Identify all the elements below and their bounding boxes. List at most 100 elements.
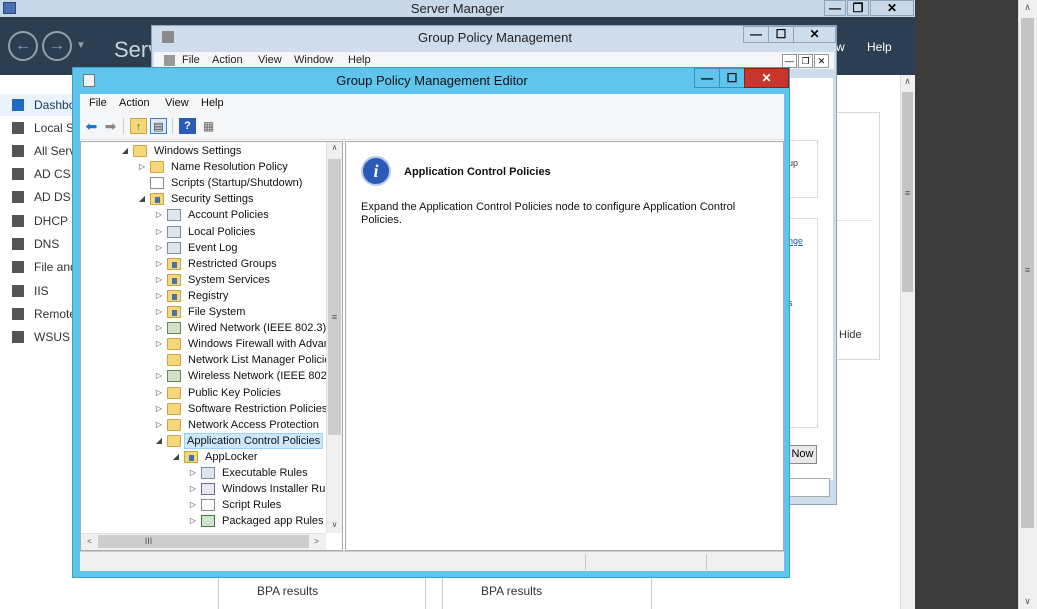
back-icon[interactable]: ← bbox=[8, 31, 38, 61]
gpme-menu-view[interactable]: View bbox=[165, 97, 189, 109]
scroll-down-icon[interactable]: ∨ bbox=[326, 520, 342, 529]
help-icon[interactable]: ? bbox=[179, 118, 196, 134]
gpm-menu-file[interactable]: File bbox=[182, 54, 200, 66]
expand-icon[interactable]: ▷ bbox=[153, 336, 165, 352]
sidebar-item-wsus[interactable]: WSUS bbox=[0, 326, 76, 348]
tree-item[interactable]: ◢ Application Control Policies bbox=[153, 432, 324, 449]
gpm-menu-window[interactable]: Window bbox=[294, 54, 333, 66]
tree-item[interactable]: ▷ Public Key Policies bbox=[153, 385, 285, 401]
forward-icon[interactable]: → bbox=[42, 31, 72, 61]
console-tree-icon[interactable]: ▦ bbox=[200, 118, 217, 134]
tree-vertical-scroll-thumb[interactable] bbox=[328, 159, 341, 435]
gpm-inner-restore-button[interactable]: ❐ bbox=[798, 54, 813, 68]
collapse-icon[interactable]: ◢ bbox=[153, 433, 165, 449]
expand-icon[interactable]: ▷ bbox=[153, 224, 165, 240]
tree-item[interactable]: ◢ Windows Settings bbox=[119, 143, 245, 159]
up-folder-icon[interactable]: ↑ bbox=[130, 118, 147, 134]
tree-item[interactable]: ▷ File System bbox=[153, 304, 249, 320]
sidebar-item-dhcp[interactable]: DHCP bbox=[0, 210, 76, 232]
expand-icon[interactable]: ▷ bbox=[153, 304, 165, 320]
gpme-maximize-button[interactable]: ☐ bbox=[719, 68, 745, 88]
collapse-icon[interactable]: ◢ bbox=[136, 191, 148, 207]
expand-icon[interactable]: ▷ bbox=[153, 320, 165, 336]
back-arrow-icon[interactable]: ⬅ bbox=[83, 118, 100, 134]
gpme-menu-help[interactable]: Help bbox=[201, 97, 224, 109]
collapse-icon[interactable]: ◢ bbox=[119, 143, 131, 159]
sidebar-item-ad-ds[interactable]: AD DS bbox=[0, 186, 76, 208]
sidebar-item-dashboard[interactable]: Dashbo bbox=[0, 94, 76, 116]
expand-icon[interactable]: ▷ bbox=[187, 465, 199, 481]
expand-icon[interactable]: ▷ bbox=[187, 513, 199, 529]
gpm-inner-close-button[interactable]: ✕ bbox=[814, 54, 829, 68]
gpm-maximize-button[interactable]: ☐ bbox=[768, 26, 794, 43]
show-hide-tree-icon[interactable]: ▤ bbox=[150, 118, 167, 134]
tree-item[interactable]: ▷ Packaged app Rules bbox=[187, 513, 328, 529]
scroll-up-icon[interactable]: ∧ bbox=[326, 143, 342, 152]
tree-item[interactable]: ▷ Executable Rules bbox=[187, 465, 312, 481]
tree-item[interactable]: ▷ Windows Installer Rul bbox=[187, 481, 332, 497]
scroll-down-icon[interactable]: ∨ bbox=[1019, 596, 1036, 607]
sidebar-item-remote[interactable]: Remote bbox=[0, 303, 76, 325]
expand-icon[interactable]: ▷ bbox=[153, 417, 165, 433]
expand-icon[interactable]: ▷ bbox=[136, 159, 148, 175]
scroll-up-icon[interactable]: ∧ bbox=[1019, 2, 1036, 13]
tree-item[interactable]: Network List Manager Policie bbox=[153, 352, 334, 368]
expand-icon[interactable]: ▷ bbox=[153, 401, 165, 417]
expand-icon[interactable]: ▷ bbox=[153, 368, 165, 384]
gpm-link-fragment[interactable]: nge bbox=[788, 236, 803, 246]
gpm-minimize-button[interactable]: — bbox=[743, 26, 769, 43]
sidebar-item-all-servers[interactable]: All Serv bbox=[0, 140, 76, 162]
hide-link[interactable]: Hide bbox=[839, 329, 862, 341]
gpm-inner-minimize-button[interactable]: — bbox=[782, 54, 797, 68]
server-manager-restore-button[interactable]: ❐ bbox=[847, 0, 869, 16]
tree-horizontal-scroll-thumb[interactable] bbox=[98, 535, 309, 548]
sidebar-item-local-server[interactable]: Local S bbox=[0, 117, 76, 139]
tree-item[interactable]: Scripts (Startup/Shutdown) bbox=[136, 175, 306, 191]
expand-icon[interactable]: ▷ bbox=[187, 481, 199, 497]
scroll-left-icon[interactable]: < bbox=[82, 534, 97, 549]
sidebar-item-file-services[interactable]: File and bbox=[0, 256, 77, 278]
tree-item[interactable]: ▷ Network Access Protection bbox=[153, 417, 323, 433]
gpm-menu-help[interactable]: Help bbox=[348, 54, 371, 66]
expand-icon[interactable]: ▷ bbox=[153, 272, 165, 288]
chevron-down-icon[interactable]: ▼ bbox=[76, 40, 86, 51]
expand-icon[interactable]: ▷ bbox=[153, 207, 165, 223]
tree-item[interactable]: ◢ AppLocker bbox=[170, 449, 262, 465]
tree-item[interactable]: ▷ Software Restriction Policies bbox=[153, 401, 331, 417]
scroll-right-icon[interactable]: > bbox=[309, 534, 324, 549]
gpme-menu-action[interactable]: Action bbox=[119, 97, 150, 109]
tree-item[interactable]: ▷ Name Resolution Policy bbox=[136, 159, 292, 175]
sidebar-item-ad-cs[interactable]: AD CS bbox=[0, 163, 76, 185]
tree-item[interactable]: ▷ System Services bbox=[153, 272, 274, 288]
sidebar-item-dns[interactable]: DNS bbox=[0, 233, 76, 255]
bpa-results-tile[interactable]: BPA results bbox=[218, 578, 426, 609]
server-manager-minimize-button[interactable]: — bbox=[824, 0, 846, 16]
gpme-close-button[interactable]: ✕ bbox=[744, 68, 789, 88]
tree-item[interactable]: ▷ Wired Network (IEEE 802.3) P bbox=[153, 320, 341, 336]
expand-icon[interactable]: ▷ bbox=[153, 385, 165, 401]
gpm-now-button[interactable]: Now bbox=[788, 445, 817, 464]
tree-item[interactable]: ▷ Wireless Network (IEEE 802.1 bbox=[153, 368, 340, 384]
scroll-up-icon[interactable]: ∧ bbox=[901, 76, 914, 89]
server-manager-close-button[interactable]: ✕ bbox=[870, 0, 914, 16]
server-manager-help-menu[interactable]: Help bbox=[867, 40, 892, 54]
tree-item[interactable]: ▷ Account Policies bbox=[153, 207, 273, 223]
gpm-menu-action[interactable]: Action bbox=[212, 54, 243, 66]
gpme-menu-file[interactable]: File bbox=[89, 97, 107, 109]
expand-icon[interactable]: ▷ bbox=[153, 240, 165, 256]
tree-item[interactable]: ▷ Script Rules bbox=[187, 497, 285, 513]
tree-item[interactable]: ▷ Windows Firewall with Advar bbox=[153, 336, 331, 352]
gpme-minimize-button[interactable]: — bbox=[694, 68, 720, 88]
tree-item[interactable]: ▷ Event Log bbox=[153, 240, 242, 256]
expand-icon[interactable]: ▷ bbox=[153, 288, 165, 304]
tree-item[interactable]: ▷ Registry bbox=[153, 288, 232, 304]
sidebar-item-iis[interactable]: IIS bbox=[0, 280, 76, 302]
bpa-results-tile[interactable]: BPA results bbox=[442, 578, 652, 609]
gpm-menu-view[interactable]: View bbox=[258, 54, 282, 66]
collapse-icon[interactable]: ◢ bbox=[170, 449, 182, 465]
gpm-close-button[interactable]: ✕ bbox=[793, 26, 836, 43]
tree-item[interactable]: ◢ Security Settings bbox=[136, 191, 258, 207]
expand-icon[interactable]: ▷ bbox=[187, 497, 199, 513]
forward-arrow-icon[interactable]: ➡ bbox=[102, 118, 119, 134]
tree-item[interactable]: ▷ Local Policies bbox=[153, 224, 259, 240]
